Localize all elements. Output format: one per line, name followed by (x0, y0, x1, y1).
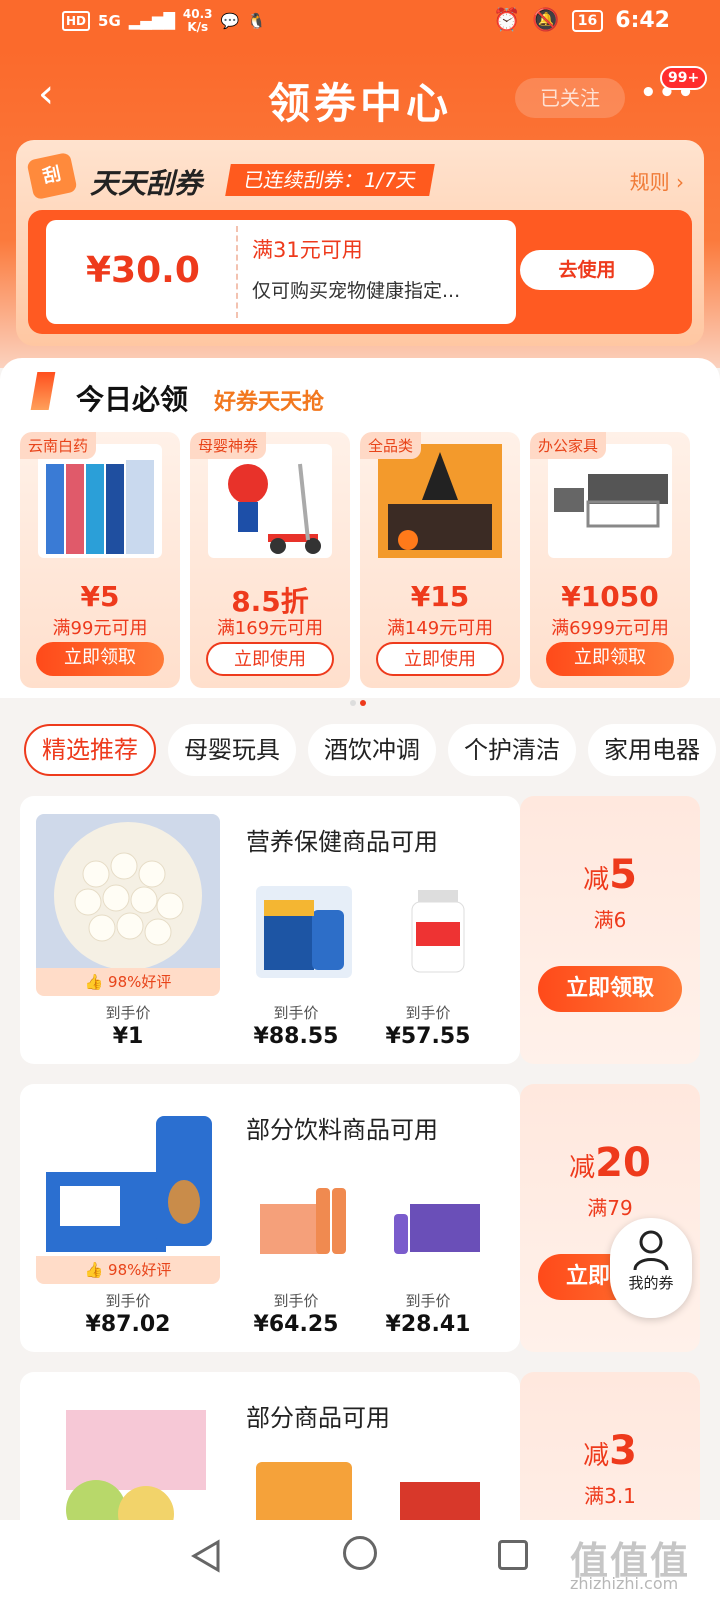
rating-badge: 👍 98%好评 (36, 968, 220, 996)
today-title: 今日必领 (76, 383, 189, 416)
follow-button[interactable]: 已关注 (515, 78, 625, 118)
price-label: 到手价 (405, 1004, 451, 1022)
use-coupon-button[interactable]: 去使用 (520, 250, 654, 290)
promo-card[interactable]: 母婴神券 8.5折 满169元可用 立即使用 (190, 432, 350, 688)
watermark-url: zhizhizhi.com (570, 1574, 679, 1593)
promo-card[interactable]: 云南白药 ¥5 满99元可用 立即领取 (20, 432, 180, 688)
promo-card[interactable]: 全品类 ¥15 满149元可用 立即使用 (360, 432, 520, 688)
coupon-divider (236, 226, 238, 318)
coupon-condition: 满31元可用 (252, 238, 363, 262)
coupon-scope-title: 营养保健商品可用 (246, 828, 438, 856)
price: ¥57.55 (385, 1024, 471, 1049)
today-subtitle: 好券天天抢 (214, 390, 325, 415)
discount-amount: 减20 (569, 1140, 651, 1186)
minimum-spend: 满6 (593, 908, 627, 932)
promo-tag: 母婴神券 (190, 432, 267, 459)
coupon-value-panel: 减5 满6 立即领取 (520, 796, 700, 1064)
price: ¥1 (112, 1024, 144, 1049)
coupon-products-panel: 👍 98%好评 部分饮料商品可用 到手价 ¥87.02 到手价 ¥64.25 到… (20, 1084, 520, 1352)
signal-indicator: 5G (98, 12, 121, 30)
discount-amount: 减5 (583, 852, 637, 898)
promo-tag: 云南白药 (20, 432, 97, 459)
gift-box-product-image (378, 444, 502, 558)
price-label: 到手价 (105, 1004, 151, 1022)
tab-appliances[interactable]: 家用电器 (588, 724, 716, 776)
user-icon (633, 1230, 669, 1271)
promo-tag: 全品类 (360, 432, 422, 459)
milk-tablet-product-image[interactable] (36, 814, 220, 994)
scratch-card-panel: 刮 天天刮券 已连续刮券：1/7天 规则 › ¥30.0 满31元可用 仅可购买… (16, 140, 704, 346)
coupon-products-panel: 👍 98%好评 营养保健商品可用 到手价 ¥1 到手价 ¥88.55 到手价 ¥… (20, 796, 520, 1064)
coupon-scope-title: 部分商品可用 (246, 1404, 390, 1432)
tab-drinks[interactable]: 酒饮冲调 (308, 724, 436, 776)
claim-coupon-button[interactable]: 立即领取 (538, 966, 682, 1012)
supplement-product-image[interactable] (256, 886, 352, 978)
use-button[interactable]: 立即使用 (376, 642, 504, 676)
rating-badge: 👍 98%好评 (36, 1256, 220, 1284)
carousel-indicator (350, 700, 366, 706)
promo-condition: 满149元可用 (386, 618, 494, 639)
promo-tag: 办公家具 (530, 432, 607, 459)
nav-back-icon[interactable] (190, 1538, 222, 1574)
streak-banner: 已连续刮券：1/7天 (225, 164, 436, 196)
coupon-row: 👍 98%好评 部分饮料商品可用 到手价 ¥87.02 到手价 ¥64.25 到… (20, 1084, 700, 1352)
promo-value: ¥15 (410, 580, 470, 613)
signal-bars-icon: ▂▄▆█ (128, 12, 175, 30)
category-tabs: 精选推荐 母婴玩具 酒饮冲调 个护清洁 家用电器 (24, 724, 716, 776)
price: ¥64.25 (253, 1312, 339, 1337)
status-bar: HD 5G ▂▄▆█ 40.3 K/s 💬 🐧 ⏰ 🔕 16 6:42 (0, 0, 720, 48)
tab-selected[interactable]: 精选推荐 (24, 724, 156, 776)
promo-value: ¥1050 (561, 580, 659, 613)
almond-drink-product-image[interactable] (36, 1102, 220, 1282)
drink-box-product-image[interactable] (390, 1174, 486, 1266)
network-speed: 40.3 K/s (182, 7, 213, 34)
promo-value: ¥5 (80, 580, 120, 613)
sofa-product-image (548, 444, 672, 558)
nav-home-icon[interactable] (343, 1536, 377, 1570)
promo-condition: 满99元可用 (52, 618, 148, 639)
rules-link[interactable]: 规则 › (630, 166, 684, 195)
promo-card[interactable]: 办公家具 ¥1050 满6999元可用 立即领取 (530, 432, 690, 688)
wechat-icon: 💬 (220, 12, 240, 30)
my-coupons-button[interactable]: 我的券 (610, 1218, 692, 1318)
battery-indicator: 16 (571, 9, 604, 32)
price: ¥87.02 (85, 1312, 171, 1337)
juice-product-image[interactable] (256, 1174, 352, 1266)
vitamin-bottle-product-image[interactable] (390, 886, 486, 978)
minimum-spend: 满79 (587, 1196, 633, 1220)
claim-button[interactable]: 立即领取 (36, 642, 164, 676)
price-label: 到手价 (105, 1292, 151, 1310)
claim-button[interactable]: 立即领取 (546, 642, 674, 676)
promo-condition: 满169元可用 (216, 618, 324, 639)
mute-icon: 🔕 (532, 8, 560, 33)
coupon-description: 仅可购买宠物健康指定... (252, 280, 461, 302)
hd-indicator: HD (62, 11, 91, 31)
toy-scooter-product-image (208, 444, 332, 558)
promo-condition: 满6999元可用 (551, 618, 669, 639)
notification-badge: 99+ (660, 66, 708, 90)
tab-personal-care[interactable]: 个护清洁 (448, 724, 576, 776)
minimum-spend: 满3.1 (584, 1484, 636, 1508)
nav-recents-icon[interactable] (498, 1540, 528, 1570)
discount-amount: 减3 (583, 1428, 637, 1474)
coupon-scope-title: 部分饮料商品可用 (246, 1116, 438, 1144)
qq-icon: 🐧 (247, 12, 266, 30)
my-coupons-label: 我的券 (628, 1274, 674, 1292)
price-label: 到手价 (273, 1292, 319, 1310)
price: ¥88.55 (253, 1024, 339, 1049)
scratch-ticket-icon: 刮 (26, 151, 78, 201)
toothpaste-product-image (38, 444, 162, 558)
use-button[interactable]: 立即使用 (206, 642, 334, 676)
price: ¥28.41 (385, 1312, 471, 1337)
alarm-icon: ⏰ (492, 8, 521, 33)
clock: 6:42 (615, 8, 670, 33)
tab-baby-toys[interactable]: 母婴玩具 (168, 724, 296, 776)
scratch-title: 天天刮券 (90, 167, 203, 200)
coupon-amount: ¥30.0 (86, 250, 200, 291)
price-label: 到手价 (273, 1004, 319, 1022)
price-label: 到手价 (405, 1292, 451, 1310)
coupon-row: 👍 98%好评 营养保健商品可用 到手价 ¥1 到手价 ¥88.55 到手价 ¥… (20, 796, 700, 1064)
